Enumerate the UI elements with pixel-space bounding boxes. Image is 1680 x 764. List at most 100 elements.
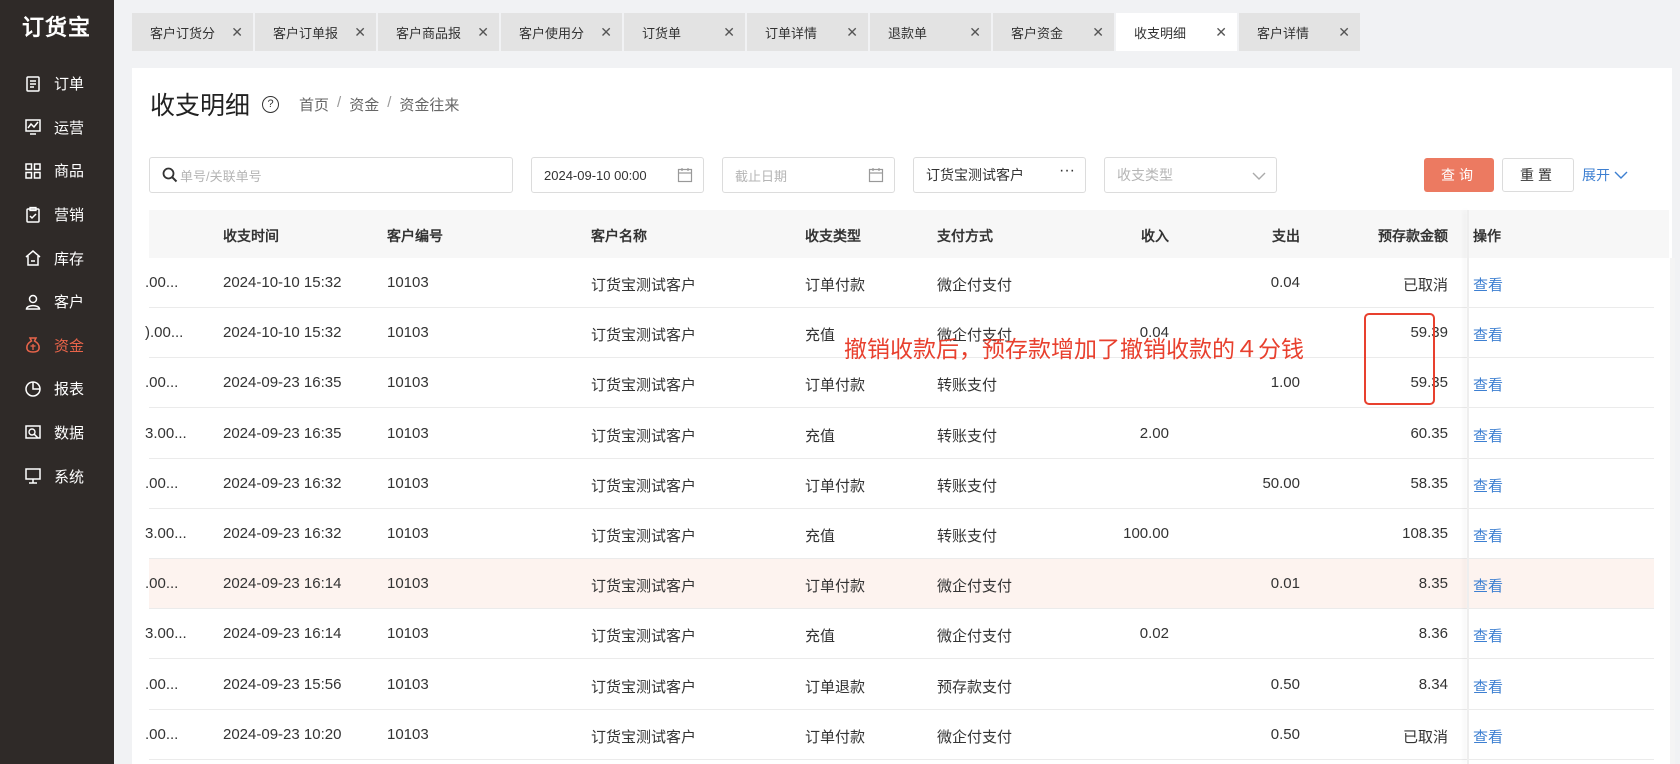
- tab[interactable]: 客户订单报 ✕: [255, 13, 376, 51]
- column-header: 支出: [1272, 228, 1300, 244]
- app-logo[interactable]: 订货宝: [22, 10, 91, 42]
- cell-balance: 60.35: [1410, 424, 1448, 442]
- table-scrollbar[interactable]: [1670, 258, 1675, 764]
- cell-truncated: .00...: [145, 675, 179, 693]
- close-icon[interactable]: ✕: [846, 24, 858, 41]
- sidebar-item[interactable]: 资金: [0, 324, 114, 368]
- table-row[interactable]: 3.00... 2024-09-23 16:14 10103 订货宝测试客户 充值 微企付…: [145, 609, 1654, 660]
- sidebar-item[interactable]: 数据: [0, 411, 114, 455]
- breadcrumb-separator: /: [337, 93, 342, 111]
- tab[interactable]: 退款单 ✕: [870, 13, 991, 51]
- cell-customer-name: 订货宝测试客户: [591, 327, 697, 345]
- view-link[interactable]: 查看: [1473, 625, 1503, 646]
- type-select[interactable]: 收支类型: [1104, 157, 1277, 193]
- reset-button[interactable]: 重置: [1502, 158, 1574, 192]
- sidebar-item[interactable]: 报表: [0, 367, 114, 411]
- cell-balance: 已取消: [1402, 277, 1448, 294]
- cell-income: 100.00: [1123, 525, 1169, 542]
- tab[interactable]: 订单详情 ✕: [747, 13, 868, 51]
- breadcrumb-home[interactable]: 首页: [299, 94, 329, 115]
- help-icon[interactable]: ?: [262, 95, 280, 113]
- cell-type: 充值: [805, 628, 836, 646]
- view-link[interactable]: 查看: [1473, 274, 1503, 295]
- breadcrumb: 首页 / 资金 / 资金往来: [299, 94, 459, 115]
- close-icon[interactable]: ✕: [1092, 24, 1104, 41]
- sidebar-item[interactable]: 运营: [0, 106, 114, 150]
- tab-label: 订单详情: [765, 25, 818, 41]
- end-date-placeholder: 截止日期: [735, 168, 788, 184]
- close-icon[interactable]: ✕: [1338, 24, 1350, 41]
- cell-payment-method: 微企付支付: [937, 628, 1013, 646]
- more-icon[interactable]: ···: [1059, 162, 1075, 180]
- tab-label: 客户订货分: [150, 25, 216, 41]
- query-button[interactable]: 查询: [1424, 158, 1494, 192]
- cell-customer-code: 10103: [387, 625, 429, 643]
- table-row[interactable]: 3.00... 2024-09-23 16:35 10103 订货宝测试客户 充值 转账支…: [145, 409, 1654, 459]
- cell-truncated: 3.00...: [145, 525, 187, 542]
- view-link[interactable]: 查看: [1473, 324, 1503, 345]
- page-title: 收支明细: [150, 92, 251, 120]
- close-icon[interactable]: ✕: [600, 24, 612, 41]
- tab-label: 客户详情: [1257, 25, 1310, 41]
- sidebar-item[interactable]: 商品: [0, 149, 114, 193]
- cell-payment-method: 微企付支付: [937, 728, 1013, 746]
- end-date-picker[interactable]: 截止日期: [722, 157, 895, 193]
- sidebar-item-label: 运营: [54, 119, 85, 137]
- search-input[interactable]: 单号/关联单号: [149, 157, 513, 193]
- chevron-down-icon: [1252, 169, 1266, 186]
- annotation-text: 撤销收款后，预存款增加了撤销收款的４分钱: [844, 336, 1304, 362]
- close-icon[interactable]: ✕: [969, 24, 981, 41]
- tab[interactable]: 客户详情 ✕: [1239, 13, 1360, 51]
- tab[interactable]: 客户使用分 ✕: [501, 13, 622, 51]
- table-row[interactable]: .00... 2024-09-23 16:32 10103 订货宝测试客户 订单付款 转账…: [145, 459, 1654, 509]
- sidebar-item-label: 营销: [54, 207, 85, 225]
- tab[interactable]: 客户订货分 ✕: [132, 13, 253, 51]
- tab[interactable]: 订货单 ✕: [624, 13, 745, 51]
- sidebar-item[interactable]: 订单: [0, 62, 114, 106]
- tab[interactable]: 收支明细 ✕: [1116, 13, 1237, 51]
- cell-balance: 已取消: [1402, 728, 1448, 746]
- cell-expense: 0.50: [1270, 725, 1300, 743]
- search-placeholder: 单号/关联单号: [180, 168, 262, 184]
- breadcrumb-separator: /: [387, 93, 392, 111]
- start-date-picker[interactable]: 2024-09-10 00:00: [531, 157, 704, 193]
- view-link[interactable]: 查看: [1473, 425, 1503, 446]
- view-link[interactable]: 查看: [1473, 676, 1503, 697]
- expand-button[interactable]: 展开: [1582, 165, 1628, 185]
- view-link[interactable]: 查看: [1473, 374, 1503, 395]
- table-row[interactable]: .00... 2024-09-23 10:20 10103 订货宝测试客户 订单付款 微企…: [145, 710, 1654, 760]
- cell-customer-code: 10103: [387, 675, 429, 693]
- column-header: 收入: [1141, 228, 1169, 244]
- table-row[interactable]: .00... 2024-10-10 15:32 10103 订货宝测试客户 订单付款 微企…: [145, 258, 1654, 308]
- sidebar-item-label: 报表: [54, 381, 85, 399]
- cell-income: 2.00: [1139, 424, 1169, 442]
- close-icon[interactable]: ✕: [231, 24, 243, 41]
- table-row[interactable]: 3.00... 2024-09-23 16:32 10103 订货宝测试客户 充值 转账支…: [145, 509, 1654, 559]
- close-icon[interactable]: ✕: [354, 24, 366, 41]
- order-icon: [24, 75, 42, 93]
- view-link[interactable]: 查看: [1473, 726, 1503, 747]
- close-icon[interactable]: ✕: [723, 24, 735, 41]
- breadcrumb-funds[interactable]: 资金: [349, 94, 379, 115]
- customer-select[interactable]: 订货宝测试客户 ···: [913, 157, 1086, 193]
- sidebar: 订货宝 订单运营商品营销库存 客户 资金报表数据 系统: [0, 0, 114, 764]
- view-link[interactable]: 查看: [1473, 575, 1503, 596]
- table-row[interactable]: .00... 2024-09-23 16:14 10103 订货宝测试客户 订单付款 微企…: [145, 559, 1654, 610]
- cell-type: 充值: [805, 427, 836, 445]
- close-icon[interactable]: ✕: [1215, 24, 1227, 41]
- cell-time: 2024-09-23 16:14: [223, 625, 342, 643]
- tab[interactable]: 客户资金 ✕: [993, 13, 1114, 51]
- tab-label: 收支明细: [1134, 25, 1187, 41]
- tab-label: 客户订单报: [273, 25, 339, 41]
- sidebar-item[interactable]: 系统: [0, 454, 114, 498]
- view-link[interactable]: 查看: [1473, 475, 1503, 496]
- sidebar-item[interactable]: 客户: [0, 280, 114, 324]
- sidebar-item[interactable]: 营销: [0, 193, 114, 237]
- product-icon: [24, 162, 42, 180]
- table-row[interactable]: .00... 2024-09-23 15:56 10103 订货宝测试客户 订单退款 预存…: [145, 660, 1654, 710]
- cell-balance: 8.36: [1418, 625, 1448, 643]
- tab[interactable]: 客户商品报 ✕: [378, 13, 499, 51]
- sidebar-item[interactable]: 库存: [0, 236, 114, 280]
- close-icon[interactable]: ✕: [477, 24, 489, 41]
- view-link[interactable]: 查看: [1473, 525, 1503, 546]
